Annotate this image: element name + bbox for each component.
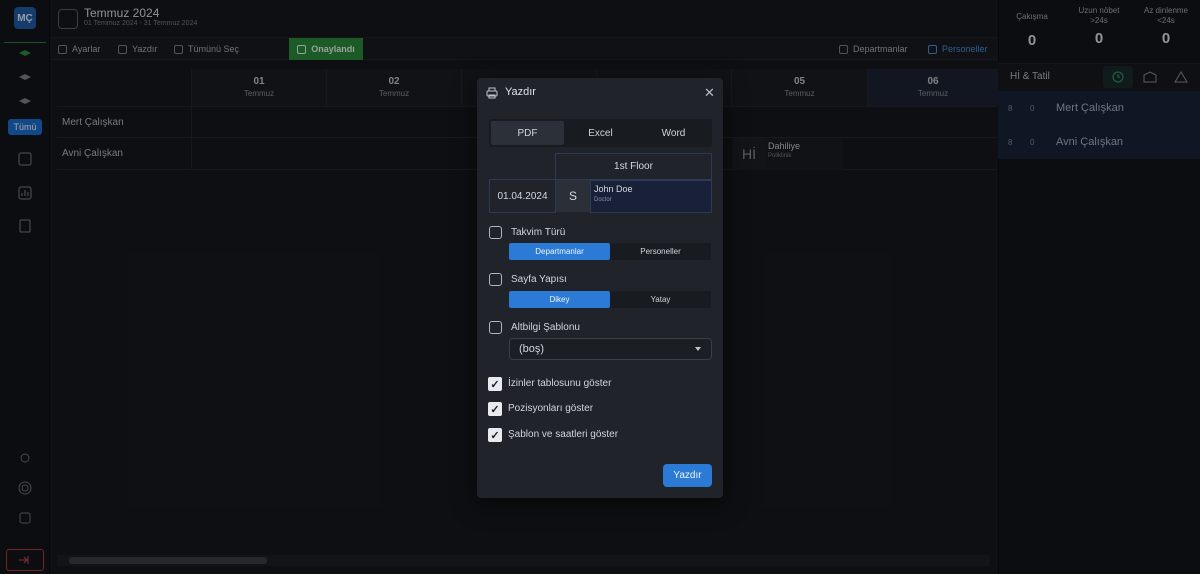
- format-selector: PDF Excel Word: [489, 119, 712, 147]
- show-leaves-checkbox[interactable]: ✓: [488, 377, 502, 391]
- template-icon: [489, 321, 502, 334]
- calendar-type-label: Takvim Türü: [511, 227, 566, 238]
- page-layout-portrait[interactable]: Dikey: [509, 291, 610, 308]
- chevron-down-icon: [695, 347, 701, 351]
- show-templates-label: Şablon ve saatleri göster: [508, 429, 619, 440]
- show-positions-label: Pozisyonları göster: [508, 403, 594, 414]
- footer-template-select[interactable]: (boş): [509, 338, 712, 360]
- format-excel[interactable]: Excel: [564, 121, 637, 145]
- page-layout-label: Sayfa Yapısı: [511, 274, 567, 285]
- preview-person-name: John Doe: [594, 184, 633, 194]
- show-templates-checkbox[interactable]: ✓: [488, 428, 502, 442]
- page-layout-toggle: Dikey Yatay: [509, 291, 711, 308]
- format-pdf[interactable]: PDF: [491, 121, 564, 145]
- page-layout-landscape[interactable]: Yatay: [610, 291, 711, 308]
- close-icon[interactable]: ✕: [704, 85, 715, 101]
- calendar-type-staff[interactable]: Personeller: [610, 243, 711, 260]
- show-leaves-label: İzinler tablosunu göster: [508, 378, 612, 389]
- footer-template-label: Altbilgi Şablonu: [511, 322, 580, 333]
- calendar-icon: [489, 226, 502, 239]
- format-word[interactable]: Word: [637, 121, 710, 145]
- printer-icon: [486, 86, 498, 104]
- calendar-type-departments[interactable]: Departmanlar: [509, 243, 610, 260]
- preview-shift-letter: S: [556, 180, 590, 212]
- calendar-type-toggle: Departmanlar Personeller: [509, 243, 711, 260]
- preview-date: 01.04.2024: [489, 179, 556, 213]
- dialog-print-button[interactable]: Yazdır: [663, 464, 712, 487]
- preview-floor: 1st Floor: [555, 153, 712, 180]
- dialog-title: Yazdır: [505, 86, 536, 98]
- footer-template-value: (boş): [519, 343, 545, 355]
- show-positions-checkbox[interactable]: ✓: [488, 402, 502, 416]
- preview-person-role: Doctor: [594, 197, 612, 203]
- preview-person: John Doe Doctor: [590, 180, 712, 213]
- page-icon: [489, 273, 502, 286]
